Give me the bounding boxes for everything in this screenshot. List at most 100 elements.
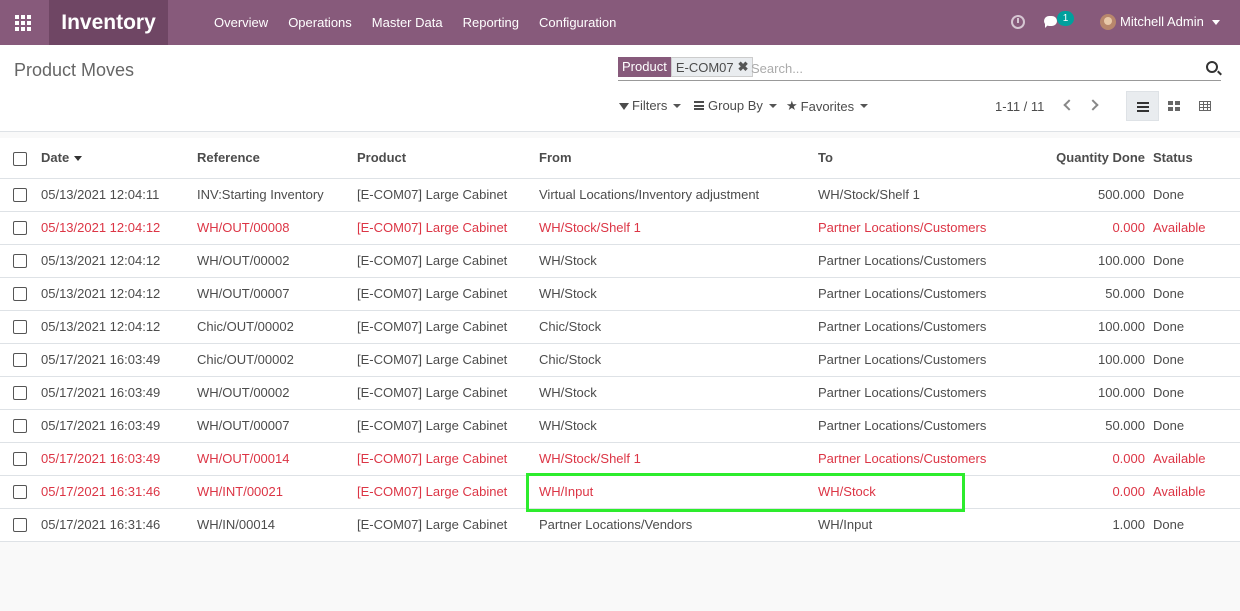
menu-master-data[interactable]: Master Data [362, 15, 453, 30]
table-row[interactable]: 05/13/2021 12:04:12 WH/OUT/00008 [E-COM07]… [0, 211, 1240, 245]
filters-label: Filters [632, 98, 668, 113]
chat-counter-badge: 1 [1057, 11, 1074, 26]
search-input[interactable] [751, 58, 1191, 78]
row-checkbox[interactable] [13, 188, 27, 203]
groupby-caret-icon [768, 103, 777, 108]
from-cell: Chic/Stock [539, 343, 818, 377]
sort-desc-icon [74, 156, 83, 162]
header-quantity-done[interactable]: Quantity Done [998, 138, 1153, 179]
user-menu-caret-icon[interactable] [1212, 20, 1220, 25]
from-cell: WH/Stock [539, 277, 818, 311]
pager-value[interactable]: 1-11 / 11 [995, 99, 1044, 114]
from-cell: WH/Stock [539, 409, 818, 443]
status-cell: Available [1153, 211, 1240, 245]
header-status[interactable]: Status [1153, 138, 1240, 179]
menu-reporting[interactable]: Reporting [453, 15, 529, 30]
table-row[interactable]: 05/17/2021 16:03:49 WH/OUT/00007 [E-COM07]… [0, 409, 1240, 443]
facet-remove-icon[interactable]: ✖ [738, 59, 749, 75]
status-cell: Done [1153, 343, 1240, 377]
table-row[interactable]: 05/13/2021 12:04:12 WH/OUT/00007 [E-COM07]… [0, 277, 1240, 311]
table-row[interactable]: 05/17/2021 16:03:49 Chic/OUT/00002 [E-COM0… [0, 343, 1240, 377]
row-checkbox[interactable] [13, 287, 27, 302]
date-cell: 05/17/2021 16:03:49 [41, 409, 197, 443]
pivot-view-icon[interactable] [1199, 101, 1211, 111]
header-reference[interactable]: Reference [197, 138, 357, 179]
from-cell: WH/Stock/Shelf 1 [539, 211, 818, 245]
favorites-dropdown[interactable]: ★ Favorites [786, 98, 869, 114]
checkbox [0, 310, 41, 344]
row-checkbox[interactable] [13, 518, 27, 533]
row-checkbox[interactable] [13, 386, 27, 401]
to-cell: Partner Locations/Customers [818, 442, 998, 476]
quantity-cell: 50.000 [998, 409, 1153, 443]
filters-dropdown[interactable]: Filters [619, 98, 682, 113]
row-checkbox[interactable] [13, 320, 27, 335]
row-checkbox[interactable] [13, 221, 27, 236]
date-cell: 05/13/2021 12:04:12 [41, 310, 197, 344]
product-cell: [E-COM07] Large Cabinet [357, 343, 539, 377]
product-cell: [E-COM07] Large Cabinet [357, 442, 539, 476]
row-checkbox[interactable] [13, 419, 27, 434]
activity-clock-icon[interactable] [1011, 15, 1025, 29]
checkbox [0, 211, 41, 245]
header-date[interactable]: Date [41, 138, 197, 179]
row-checkbox[interactable] [13, 452, 27, 467]
date-cell: 05/17/2021 16:03:49 [41, 442, 197, 476]
quantity-cell: 1.000 [998, 508, 1153, 542]
table-row[interactable]: 05/13/2021 12:04:12 Chic/OUT/00002 [E-COM0… [0, 310, 1240, 344]
groupby-bars-icon [694, 101, 704, 110]
table-row[interactable]: 05/13/2021 12:04:12 WH/OUT/00002 [E-COM07]… [0, 244, 1240, 278]
header-to[interactable]: To [818, 138, 998, 179]
list-view-icon[interactable] [1126, 91, 1159, 121]
checkbox [0, 277, 41, 311]
search-icon[interactable] [1206, 61, 1218, 73]
highlight-box [526, 473, 965, 512]
quantity-cell: 500.000 [998, 178, 1153, 212]
status-cell: Done [1153, 310, 1240, 344]
table-row[interactable]: 05/17/2021 16:03:49 WH/OUT/00014 [E-COM07]… [0, 442, 1240, 476]
table-row[interactable]: 05/13/2021 12:04:11 INV:Starting Inventor… [0, 178, 1240, 212]
menu-overview[interactable]: Overview [204, 15, 278, 30]
reference-cell: Chic/OUT/00002 [197, 310, 357, 344]
date-cell: 05/13/2021 12:04:12 [41, 244, 197, 278]
select-all-cell [0, 138, 41, 179]
date-cell: 05/13/2021 12:04:12 [41, 277, 197, 311]
user-menu-name[interactable]: Mitchell Admin [1120, 14, 1204, 29]
reference-cell: WH/OUT/00007 [197, 409, 357, 443]
date-cell: 05/17/2021 16:03:49 [41, 376, 197, 410]
row-checkbox[interactable] [13, 485, 27, 500]
product-cell: [E-COM07] Large Cabinet [357, 277, 539, 311]
table-row[interactable]: 05/17/2021 16:31:46 WH/IN/00014 [E-COM07] … [0, 508, 1240, 542]
pager-previous-icon[interactable] [1063, 99, 1075, 111]
date-cell: 05/17/2021 16:03:49 [41, 343, 197, 377]
groupby-dropdown[interactable]: Group By [694, 98, 777, 113]
header-from[interactable]: From [539, 138, 818, 179]
app-title[interactable]: Inventory [49, 0, 168, 45]
user-avatar[interactable] [1100, 14, 1116, 30]
select-all-checkbox[interactable] [13, 151, 27, 166]
apps-grid-icon [15, 14, 31, 31]
page-title: Product Moves [14, 60, 135, 80]
favorites-label: Favorites [800, 98, 855, 114]
checkbox [0, 376, 41, 410]
header-product[interactable]: Product [357, 138, 539, 179]
status-cell: Done [1153, 376, 1240, 410]
row-checkbox[interactable] [13, 254, 27, 269]
date-cell: 05/13/2021 12:04:11 [41, 178, 197, 212]
from-cell: WH/Stock/Shelf 1 [539, 442, 818, 476]
menu-configuration[interactable]: Configuration [529, 15, 626, 30]
to-cell: Partner Locations/Customers [818, 277, 998, 311]
menu-operations[interactable]: Operations [278, 15, 362, 30]
pager-next-icon[interactable] [1087, 99, 1099, 111]
quantity-cell: 0.000 [998, 211, 1153, 245]
product-cell: [E-COM07] Large Cabinet [357, 508, 539, 542]
row-checkbox[interactable] [13, 353, 27, 368]
header-date-label: Date [41, 150, 70, 166]
product-cell: [E-COM07] Large Cabinet [357, 178, 539, 212]
messaging-chat-icon[interactable] [1044, 16, 1057, 28]
apps-menu-button[interactable] [0, 0, 46, 45]
kanban-view-icon[interactable] [1168, 101, 1180, 111]
table-row[interactable]: 05/17/2021 16:03:49 WH/OUT/00002 [E-COM07]… [0, 376, 1240, 410]
date-cell: 05/13/2021 12:04:12 [41, 211, 197, 245]
date-cell: 05/17/2021 16:31:46 [41, 475, 197, 509]
